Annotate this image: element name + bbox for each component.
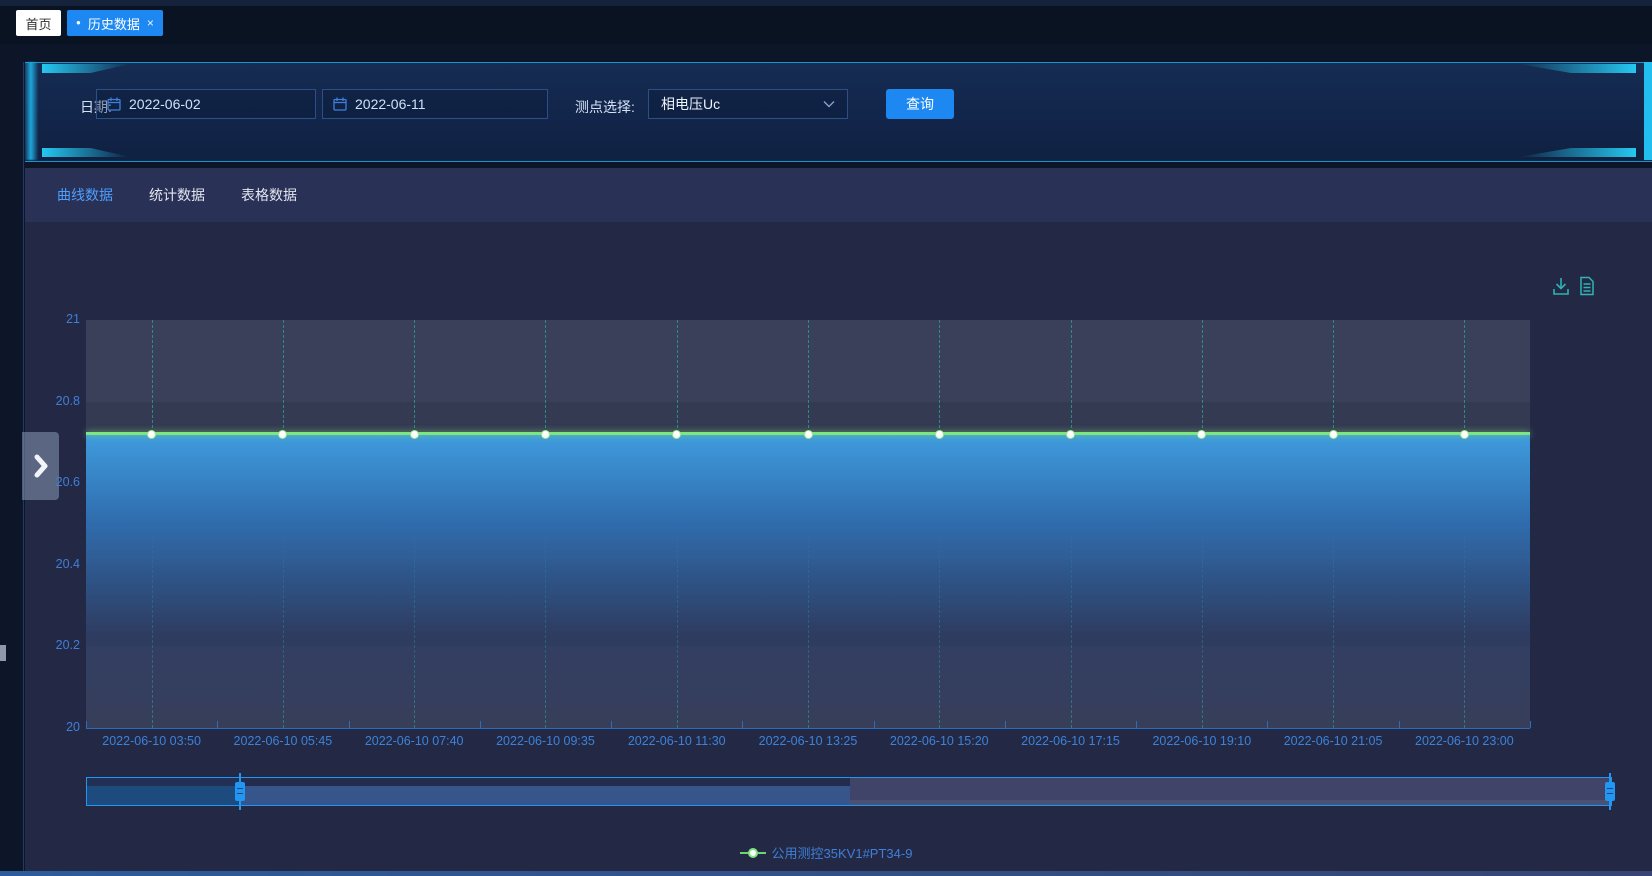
bottom-edge [0, 871, 1652, 876]
x-axis-tick-label: 2022-06-10 03:50 [77, 734, 227, 748]
datazoom-handle-left[interactable] [239, 773, 241, 810]
data-point [1066, 430, 1075, 439]
tab-history-label: 历史数据 [88, 14, 140, 33]
x-axis-tick-label: 2022-06-10 19:10 [1127, 734, 1277, 748]
legend-item[interactable]: 公用测控35KV1#PT34-9 [740, 843, 913, 862]
x-axis-tick-label: 2022-06-10 05:45 [208, 734, 358, 748]
filter-glow-right [1644, 62, 1652, 160]
chevron-down-icon [823, 100, 835, 108]
filter-glow-left [25, 62, 38, 160]
x-axis-line [86, 728, 1530, 729]
data-view-icon[interactable] [1579, 276, 1595, 296]
x-axis-tick [874, 721, 875, 728]
tab-history-data[interactable]: ● 历史数据 × [67, 10, 163, 36]
y-axis-tick-label: 20 [28, 720, 80, 734]
app-root: 首页 ● 历史数据 × 日期: 2022-06-02 2022-06-11 测点… [0, 0, 1652, 876]
data-point [804, 430, 813, 439]
x-axis-tick [1136, 721, 1137, 728]
active-dot-icon: ● [76, 19, 81, 27]
legend-marker-icon [740, 852, 766, 854]
collapse-panel-handle[interactable] [22, 432, 59, 500]
data-point [1197, 430, 1206, 439]
view-tab-bar: 曲线数据 统计数据 表格数据 [25, 168, 1652, 222]
x-axis-tick [1530, 721, 1531, 728]
datazoom-right-region[interactable] [850, 778, 1611, 805]
y-axis-tick-label: 20.2 [28, 638, 80, 652]
chart-toolbox [1552, 276, 1595, 296]
y-axis-tick-label: 20.6 [28, 475, 80, 489]
point-select[interactable]: 相电压Uc [648, 89, 848, 119]
date-input-end[interactable]: 2022-06-11 [322, 89, 548, 119]
calendar-icon [107, 97, 121, 111]
tab-curve-data[interactable]: 曲线数据 [57, 185, 113, 205]
left-edge-notch [0, 645, 6, 661]
x-axis-tick [349, 721, 350, 728]
data-point [147, 430, 156, 439]
tab-table-data[interactable]: 表格数据 [241, 185, 297, 205]
data-point [541, 430, 550, 439]
data-point [410, 430, 419, 439]
datazoom-slider[interactable] [86, 777, 1612, 806]
x-axis-tick [217, 721, 218, 728]
calendar-icon [333, 97, 347, 111]
legend-label: 公用测控35KV1#PT34-9 [772, 843, 913, 862]
x-axis-tick-label: 2022-06-10 17:15 [996, 734, 1146, 748]
data-point [1460, 430, 1469, 439]
x-axis-tick [86, 721, 87, 728]
x-axis-tick [1399, 721, 1400, 728]
x-axis-tick-label: 2022-06-10 13:25 [733, 734, 883, 748]
date-end-value: 2022-06-11 [355, 96, 426, 112]
point-select-label: 测点选择: [575, 97, 635, 117]
x-axis-tick [480, 721, 481, 728]
x-axis-tick [1005, 721, 1006, 728]
x-axis-tick [611, 721, 612, 728]
chart-legend: 公用测控35KV1#PT34-9 [0, 843, 1652, 862]
date-start-value: 2022-06-02 [129, 96, 201, 112]
datazoom-left-region[interactable] [87, 778, 240, 805]
y-axis-tick-label: 21 [28, 312, 80, 326]
datazoom-handle-right[interactable] [1609, 773, 1611, 810]
tab-home-label: 首页 [25, 14, 51, 33]
x-axis-tick-label: 2022-06-10 15:20 [864, 734, 1014, 748]
x-axis-tick [1267, 721, 1268, 728]
x-axis-tick-label: 2022-06-10 07:40 [339, 734, 489, 748]
x-axis-tick-label: 2022-06-10 23:00 [1389, 734, 1539, 748]
point-select-value: 相电压Uc [661, 94, 720, 114]
datazoom-grip-icon[interactable] [1605, 782, 1615, 801]
date-input-start[interactable]: 2022-06-02 [96, 89, 316, 119]
tab-home[interactable]: 首页 [16, 10, 61, 36]
data-point [1329, 430, 1338, 439]
close-icon[interactable]: × [147, 16, 154, 30]
query-button[interactable]: 查询 [886, 89, 954, 119]
download-icon[interactable] [1552, 276, 1570, 296]
data-point [935, 430, 944, 439]
data-point [672, 430, 681, 439]
datazoom-grip-icon[interactable] [235, 782, 245, 801]
tab-bar [0, 6, 1652, 44]
datazoom-window[interactable] [240, 778, 850, 805]
series-area-fill [86, 434, 1530, 728]
y-axis-tick-label: 20.8 [28, 394, 80, 408]
x-axis-tick-label: 2022-06-10 11:30 [602, 734, 752, 748]
x-axis-tick-label: 2022-06-10 09:35 [470, 734, 620, 748]
x-axis-tick-label: 2022-06-10 21:05 [1258, 734, 1408, 748]
y-axis-tick-label: 20.4 [28, 557, 80, 571]
tab-stats-data[interactable]: 统计数据 [149, 185, 205, 205]
x-axis-tick [742, 721, 743, 728]
